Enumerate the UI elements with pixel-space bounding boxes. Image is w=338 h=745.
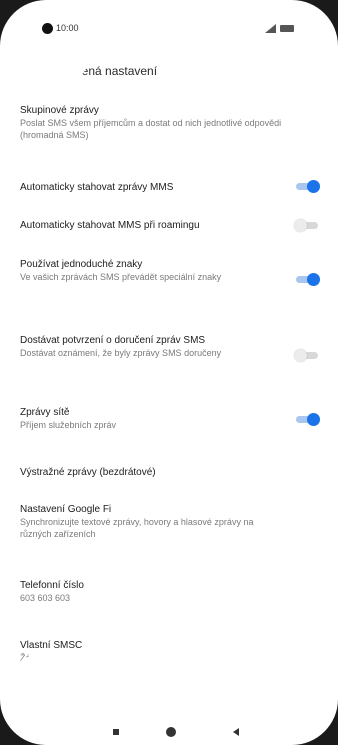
toggle-thumb bbox=[307, 180, 320, 193]
setting-summary: Příjem služebních zpráv bbox=[20, 420, 117, 430]
front-camera bbox=[42, 23, 53, 34]
toggle-thumb bbox=[294, 219, 307, 232]
setting-google-fi[interactable]: Nastavení Google Fi Synchronizujte texto… bbox=[0, 503, 338, 579]
setting-sms-delivery-reports[interactable]: Dostávat potvrzení o doručení zpráv SMS … bbox=[0, 334, 338, 406]
status-icons bbox=[265, 24, 294, 33]
setting-summary: Synchronizujte textové zprávy, hovory a … bbox=[20, 517, 254, 539]
signal-icon bbox=[265, 24, 276, 33]
toggle-sms-delivery-reports[interactable] bbox=[294, 348, 320, 362]
toggle-thumb bbox=[307, 413, 320, 426]
battery-icon bbox=[280, 25, 294, 32]
settings-list: Skupinové zprávy Poslat SMS všem příjemc… bbox=[0, 104, 338, 679]
navigation-bar bbox=[0, 717, 338, 745]
setting-summary: Ve vašich zprávách SMS převádět speciáln… bbox=[20, 272, 222, 282]
toggle-thumb bbox=[294, 349, 307, 362]
setting-summary: Poslat SMS všem příjemcům a dostat od ni… bbox=[20, 118, 282, 140]
setting-title: Automaticky stahovat zprávy MMS bbox=[20, 182, 174, 193]
setting-wireless-alerts[interactable]: Výstražné zprávy (bezdrátové) bbox=[0, 466, 338, 503]
setting-title: Výstražné zprávy (bezdrátové) bbox=[20, 467, 156, 478]
recents-square-icon[interactable] bbox=[113, 729, 119, 735]
setting-cell-broadcast[interactable]: Zprávy sítě Příjem služebních zpráv bbox=[0, 406, 338, 466]
toggle-cell-broadcast[interactable] bbox=[294, 412, 320, 426]
toggle-auto-download-mms-roaming[interactable] bbox=[294, 218, 320, 232]
back-triangle-icon[interactable] bbox=[233, 728, 239, 736]
setting-summary: Dostávat oznámení, že byly zprávy SMS do… bbox=[20, 348, 222, 358]
setting-title: Zprávy sítě bbox=[20, 407, 70, 418]
setting-title: Telefonní číslo bbox=[20, 580, 84, 591]
status-time: 10:00 bbox=[56, 23, 79, 33]
setting-summary: 603 603 603 bbox=[20, 593, 71, 603]
setting-phone-number[interactable]: Telefonní číslo 603 603 603 bbox=[0, 579, 338, 639]
setting-simple-characters[interactable]: Používat jednoduché znaky Ve vašich zprá… bbox=[0, 258, 338, 334]
setting-title: Vlastní SMSC bbox=[20, 640, 83, 651]
status-bar: 10:00 bbox=[0, 18, 338, 40]
setting-title: Dostávat potvrzení o doručení zpráv SMS bbox=[20, 335, 206, 346]
setting-title: Automaticky stahovat MMS při roamingu bbox=[20, 220, 200, 231]
setting-auto-download-mms-roaming[interactable]: Automaticky stahovat MMS při roamingu bbox=[0, 218, 338, 258]
toggle-thumb bbox=[307, 273, 320, 286]
phone-screen: 10:00 Rozšířená nastavení Skupinové zprá… bbox=[0, 0, 338, 745]
setting-auto-download-mms[interactable]: Automaticky stahovat zprávy MMS bbox=[0, 178, 338, 218]
toggle-simple-characters[interactable] bbox=[294, 272, 320, 286]
setting-title: Nastavení Google Fi bbox=[20, 504, 112, 515]
setting-title: Používat jednoduché znaky bbox=[20, 259, 143, 270]
toggle-auto-download-mms[interactable] bbox=[294, 179, 320, 193]
home-circle-icon[interactable] bbox=[166, 727, 176, 737]
setting-title: Skupinové zprávy bbox=[20, 105, 99, 116]
setting-group-messages[interactable]: Skupinové zprávy Poslat SMS všem příjemc… bbox=[0, 104, 338, 178]
